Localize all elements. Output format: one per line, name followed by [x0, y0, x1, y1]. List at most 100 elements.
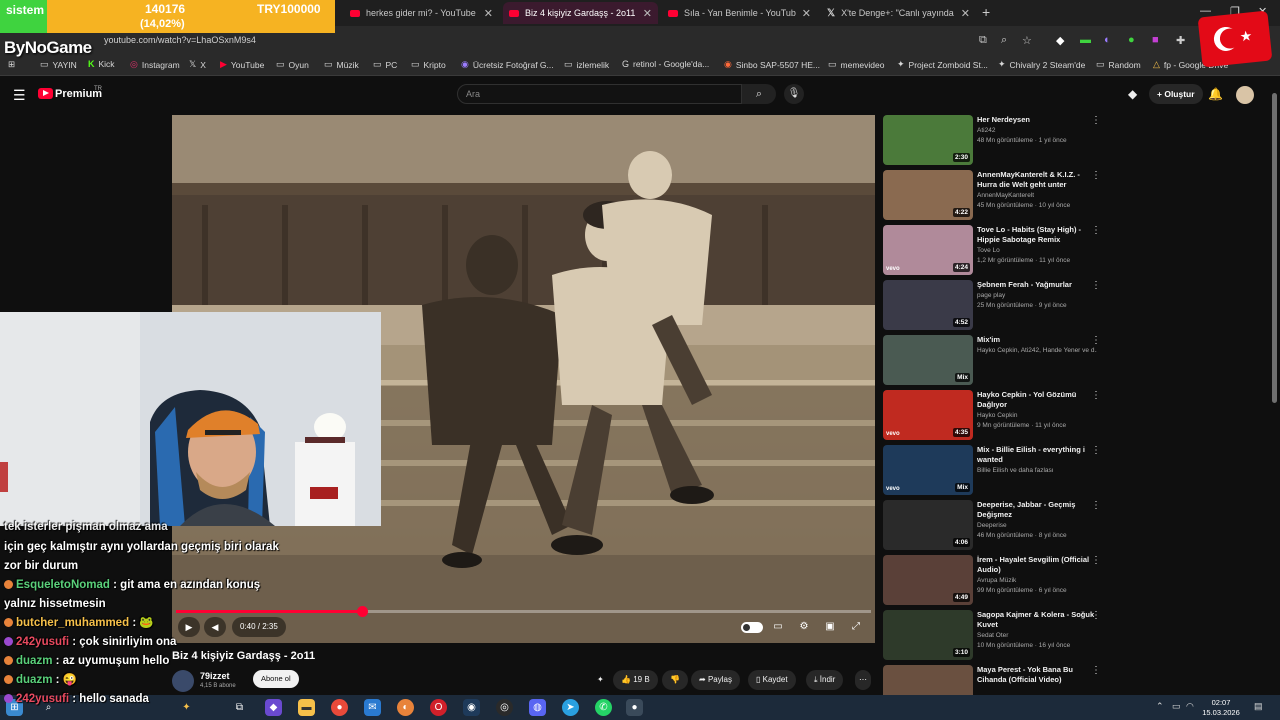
- notifications-bell-icon[interactable]: 🔔: [1208, 87, 1223, 101]
- more-options-icon[interactable]: ⋮: [1091, 390, 1101, 401]
- tab-herkes-gider-mi[interactable]: herkes gider mi? - YouTube ✕: [344, 2, 499, 24]
- create-button[interactable]: + Oluştur: [1149, 84, 1203, 104]
- steam-icon[interactable]: ◉: [463, 699, 480, 716]
- minimize-icon[interactable]: —: [1200, 5, 1211, 17]
- menu-icon[interactable]: ☰: [13, 87, 26, 104]
- tab-x-denge[interactable]: 𝕏 X'te Denge+: "Canlı yayında Ta ✕: [821, 2, 976, 24]
- recommendation-title[interactable]: İrem - Hayalet Sevgilim (Official Audio): [977, 555, 1095, 575]
- microphone-icon[interactable]: 🎙: [784, 84, 804, 104]
- video-thumbnail[interactable]: Mix vevo: [883, 445, 973, 495]
- wifi-icon[interactable]: ◠: [1186, 701, 1194, 712]
- zoom-icon[interactable]: ⌕: [1001, 34, 1007, 47]
- more-options-icon[interactable]: ⋮: [1091, 225, 1101, 236]
- progress-scrubber[interactable]: [357, 606, 369, 617]
- bookmark-sinbo[interactable]: ◉ Sinbo SAP-5507 HE...: [724, 59, 820, 70]
- obs-icon[interactable]: ◎: [496, 699, 513, 716]
- search-input[interactable]: Ara: [457, 84, 742, 104]
- ask-icon[interactable]: ✦: [597, 670, 604, 690]
- recommendation-channel[interactable]: Avrupa Müzik: [977, 577, 1097, 584]
- video-thumbnail[interactable]: 4:35 vevo: [883, 390, 973, 440]
- close-icon[interactable]: ✕: [643, 7, 652, 20]
- autoplay-toggle[interactable]: [741, 617, 763, 637]
- chrome-active-icon[interactable]: ●: [626, 699, 643, 716]
- bookmark-ucretsiz-fotograf[interactable]: ◉ Ücretsiz Fotoğraf G...: [461, 59, 554, 70]
- save-button[interactable]: ▯ Kaydet: [748, 670, 796, 690]
- recommendation-channel[interactable]: AnnenMayKanterelt: [977, 192, 1097, 199]
- bookmark-kripto[interactable]: ▭ Kripto: [411, 59, 446, 70]
- recommendation-channel[interactable]: Deeperise: [977, 522, 1097, 529]
- more-options-icon[interactable]: ⋮: [1091, 665, 1101, 676]
- bookmark-izlemelik[interactable]: ▭ izlemelik: [564, 59, 609, 70]
- recommendation-channel[interactable]: Billie Eilish ve daha fazlası: [977, 467, 1097, 474]
- youtube-logo-icon[interactable]: [38, 88, 53, 99]
- chat-bubble-icon[interactable]: ◆: [1128, 87, 1137, 101]
- video-thumbnail[interactable]: 4:52: [883, 280, 973, 330]
- page-scrollbar[interactable]: [1271, 85, 1278, 695]
- discord-icon[interactable]: ◍: [529, 699, 546, 716]
- more-options-icon[interactable]: ⋮: [1091, 610, 1101, 621]
- scrollbar-thumb[interactable]: [1272, 93, 1277, 403]
- recommendation-title[interactable]: Deeperise, Jabbar - Geçmiş Değişmez: [977, 500, 1095, 520]
- extension-icon[interactable]: ◆: [1056, 34, 1064, 47]
- close-icon[interactable]: ✕: [484, 7, 493, 20]
- theater-mode-icon[interactable]: ▣: [819, 617, 841, 637]
- recommendation-title[interactable]: Şebnem Ferah - Yağmurlar: [977, 280, 1095, 290]
- telegram-icon[interactable]: ➤: [562, 699, 579, 716]
- recommendation-item[interactable]: 4:52 Şebnem Ferah - Yağmurlar page play 25 …: [883, 280, 1103, 332]
- network-icon[interactable]: ▭: [1172, 701, 1181, 712]
- search-icon[interactable]: ⌕: [742, 84, 776, 104]
- recommendation-title[interactable]: Mix - Billie Eilish - everything i wante…: [977, 445, 1095, 465]
- more-options-icon[interactable]: ⋮: [1091, 445, 1101, 456]
- recommendation-title[interactable]: Mix'im: [977, 335, 1095, 345]
- bookmark-youtube[interactable]: ▶ YouTube: [220, 59, 264, 70]
- bookmark-x[interactable]: 𝕏X: [189, 59, 206, 70]
- bookmark-pc[interactable]: ▭ PC: [373, 59, 397, 70]
- recommendation-item[interactable]: 4:22 AnnenMayKanterelt & K.I.Z. - Hurra d…: [883, 170, 1103, 222]
- bookmark-retinol[interactable]: Gretinol - Google'da...: [622, 59, 709, 69]
- recommendation-item[interactable]: Mix vevo Mix - Billie Eilish - everything …: [883, 445, 1103, 497]
- recommendation-channel[interactable]: Ati242: [977, 127, 1097, 134]
- recommendation-item[interactable]: 4:35 vevo Hayko Cepkin - Yol Gözümü Dağlıy…: [883, 390, 1103, 442]
- more-options-icon[interactable]: ⋮: [1091, 335, 1101, 346]
- url-field[interactable]: youtube.com/watch?v=LhaOSxnM9s4: [104, 35, 256, 45]
- bookmark-random[interactable]: ▭ Random: [1096, 59, 1141, 70]
- bookmark-memevideo[interactable]: ▭ memevideo: [828, 59, 884, 70]
- close-icon[interactable]: ✕: [961, 7, 970, 20]
- extensions-puzzle-icon[interactable]: ✚: [1176, 34, 1185, 47]
- recommendation-item[interactable]: 2:30 Her Nerdeysen Ati242 48 Mn görüntüleme…: [883, 115, 1103, 167]
- bookmark-kick[interactable]: K Kick: [88, 59, 115, 69]
- video-thumbnail[interactable]: 4:06: [883, 500, 973, 550]
- taskbar-clock[interactable]: 02:07 15.03.2026: [1200, 698, 1242, 718]
- bookmark-muzik[interactable]: ▭ Müzik: [324, 59, 359, 70]
- dislike-button[interactable]: 👎: [662, 670, 688, 690]
- notifications-icon[interactable]: ▤: [1254, 701, 1263, 712]
- recommendation-item[interactable]: 3:10 Sagopa Kajmer & Kolera - Soğuk Kuvet…: [883, 610, 1103, 662]
- account-avatar[interactable]: [1236, 86, 1254, 104]
- video-thumbnail[interactable]: Mix: [883, 335, 973, 385]
- more-options-icon[interactable]: ⋮: [1091, 280, 1101, 291]
- fullscreen-icon[interactable]: ⤢: [845, 617, 867, 637]
- more-options-icon[interactable]: ⋮: [1091, 170, 1101, 181]
- like-button[interactable]: 👍 19 B: [613, 670, 658, 690]
- extension-icon[interactable]: ◐: [1104, 34, 1111, 46]
- recommendation-item[interactable]: 4:24 vevo Tove Lo - Habits (Stay High) - H…: [883, 225, 1103, 277]
- mail-icon[interactable]: ✉: [364, 699, 381, 716]
- bookmark-oyun[interactable]: ▭ Oyun: [276, 59, 309, 70]
- video-thumbnail[interactable]: 4:49: [883, 555, 973, 605]
- progress-bar[interactable]: [176, 606, 871, 617]
- close-icon[interactable]: ✕: [802, 7, 811, 20]
- video-thumbnail[interactable]: 2:30: [883, 115, 973, 165]
- recommendation-channel[interactable]: Sedat Oter: [977, 632, 1097, 639]
- more-actions-button[interactable]: ⋯: [855, 670, 871, 690]
- apps-grid-icon[interactable]: ⊞: [8, 59, 15, 70]
- recommendation-title[interactable]: AnnenMayKanterelt & K.I.Z. - Hurra die W…: [977, 170, 1095, 190]
- bookmark-chivalry[interactable]: ✦ Chivalry 2 Steam'de: [998, 59, 1085, 70]
- extension-icon[interactable]: ■: [1152, 34, 1159, 46]
- more-options-icon[interactable]: ⋮: [1091, 555, 1101, 566]
- file-explorer-icon[interactable]: ▬: [298, 699, 315, 716]
- extension-icon[interactable]: ▬: [1080, 34, 1091, 46]
- whatsapp-icon[interactable]: ✆: [595, 699, 612, 716]
- recommendation-item[interactable]: 4:06 Deeperise, Jabbar - Geçmiş Değişmez D…: [883, 500, 1103, 552]
- recommendation-title[interactable]: Her Nerdeysen: [977, 115, 1095, 125]
- recommendation-item[interactable]: Mix Mix'im Hayko Cepkin, Ati242, Hande Yen…: [883, 335, 1103, 387]
